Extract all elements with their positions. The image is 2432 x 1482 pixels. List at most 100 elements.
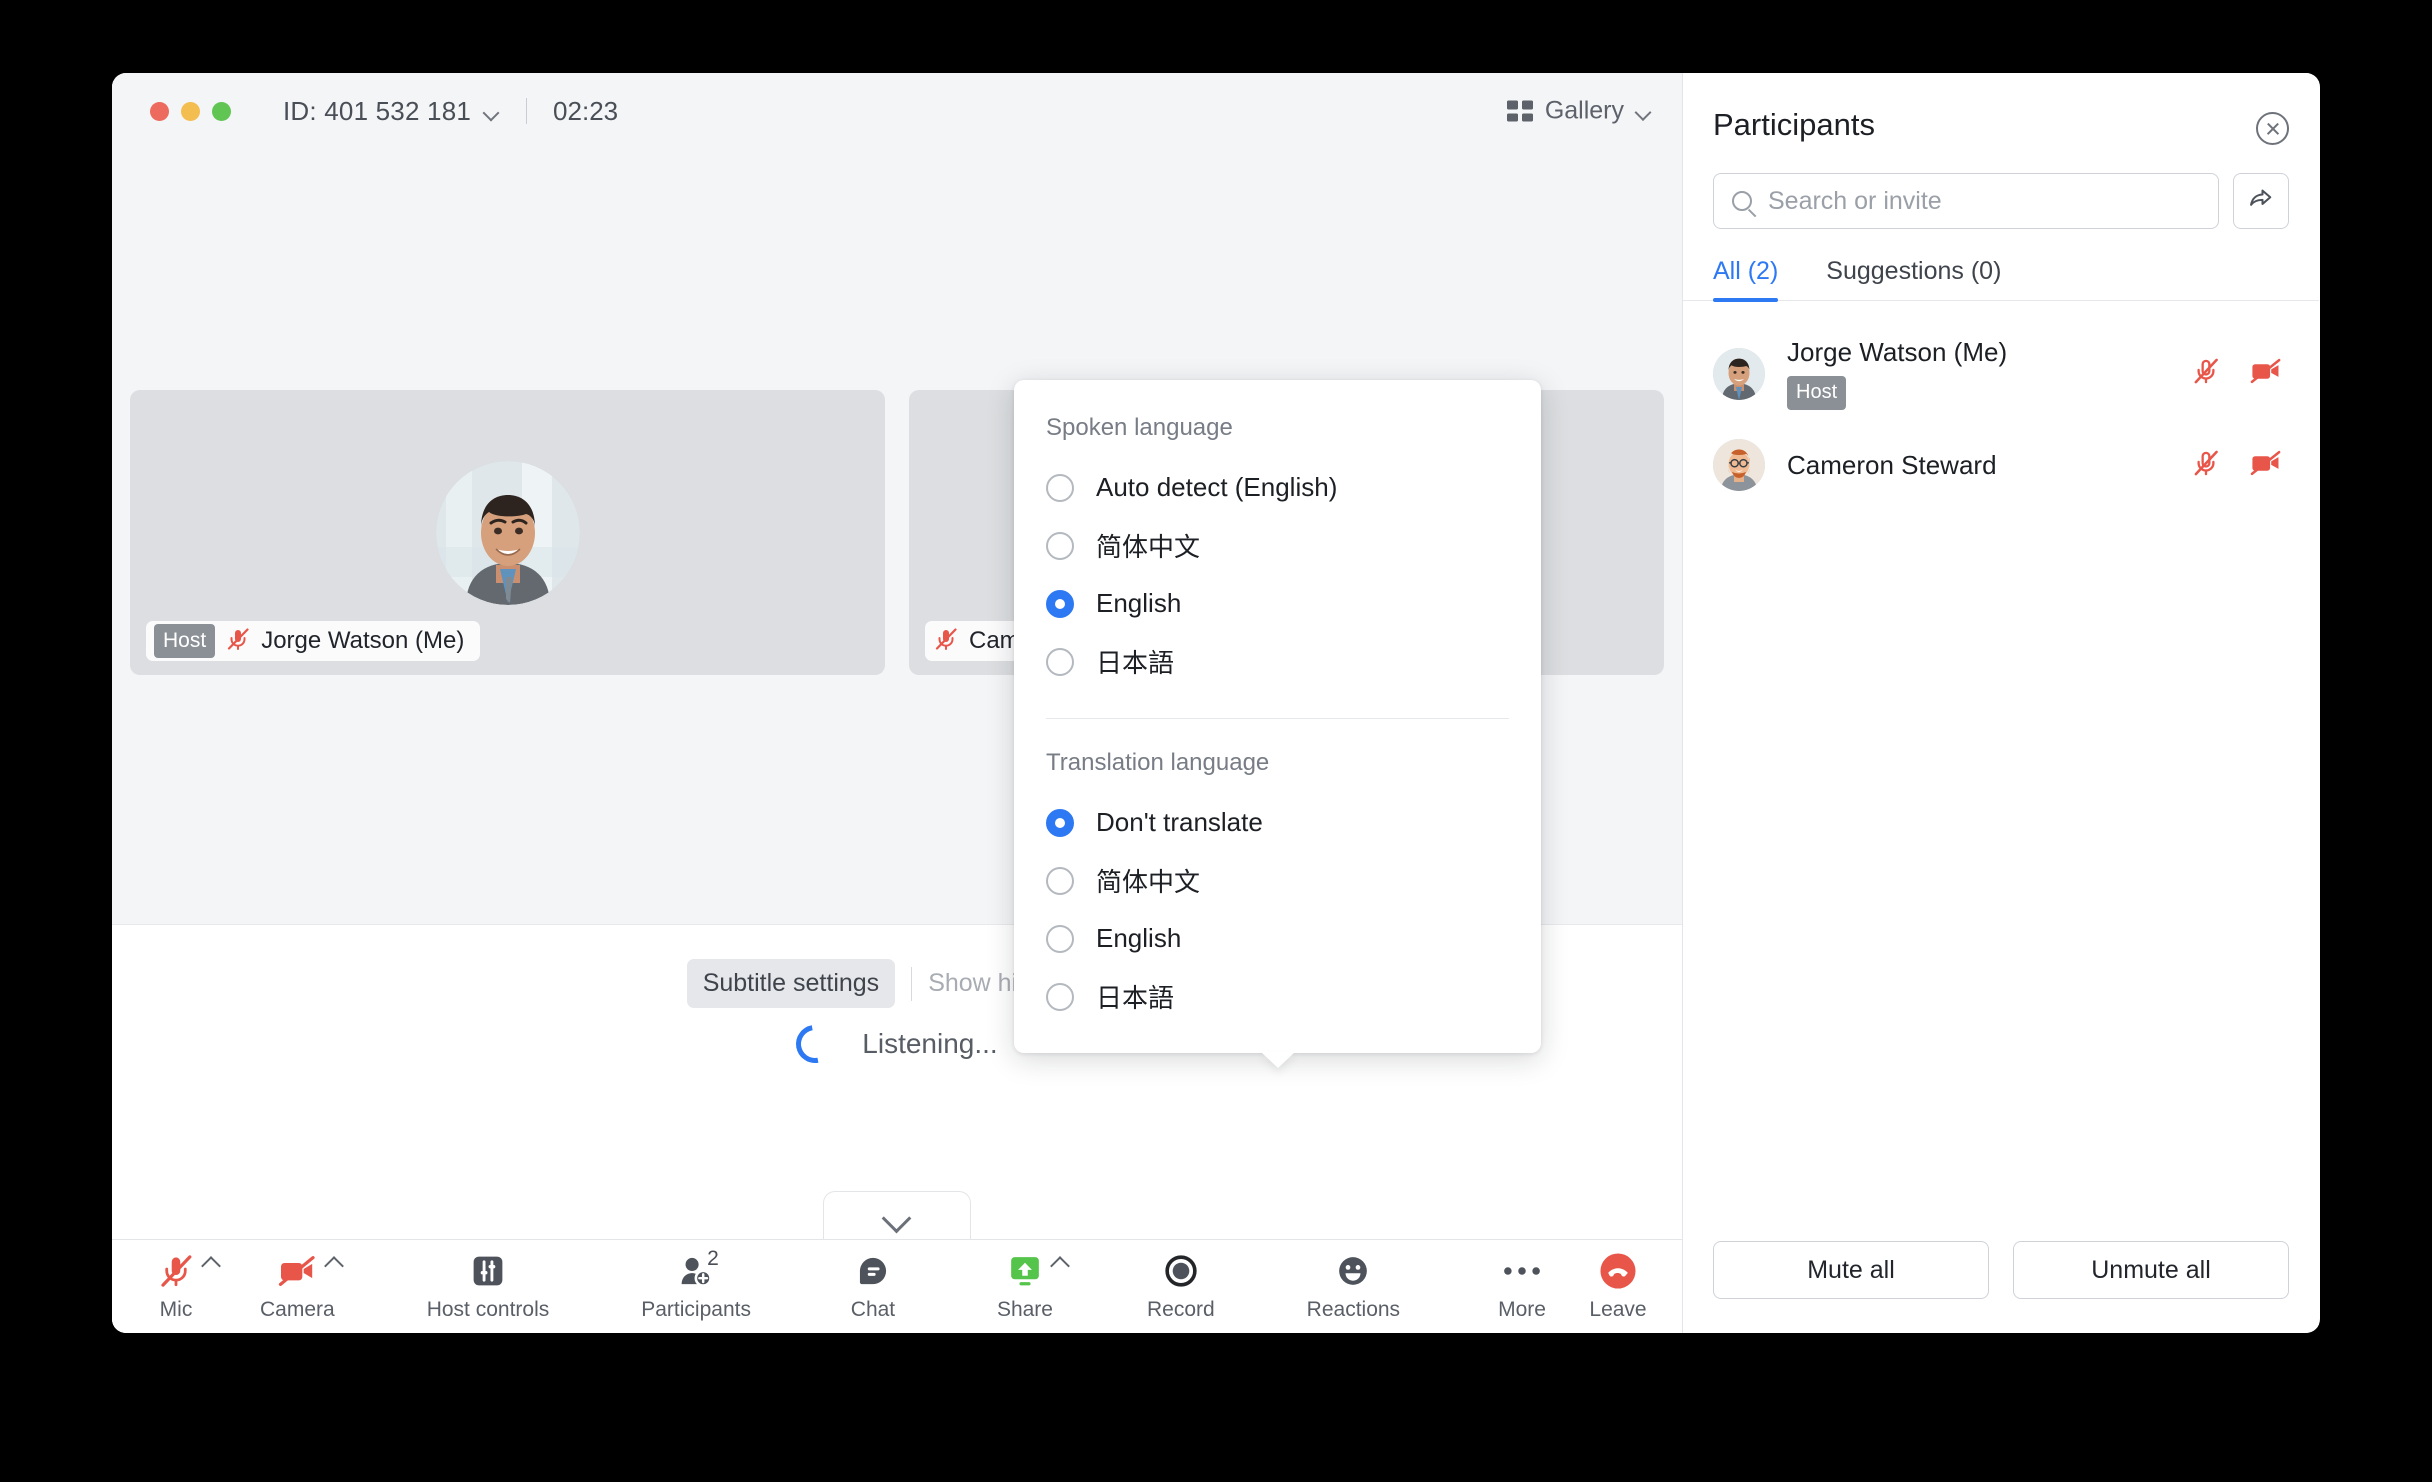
chevron-down-icon[interactable] bbox=[1636, 107, 1652, 116]
radio-icon[interactable] bbox=[1046, 867, 1074, 895]
invite-button[interactable] bbox=[2233, 173, 2289, 229]
participant-name: Jorge Watson (Me) bbox=[1787, 337, 2191, 368]
toolbar-participants-button[interactable]: 2 Participants bbox=[641, 1251, 751, 1322]
toolbar-chat-button[interactable]: Chat bbox=[843, 1251, 903, 1322]
translation-option-none[interactable]: Don't translate bbox=[1014, 795, 1541, 850]
translation-option-chinese[interactable]: 简体中文 bbox=[1014, 850, 1541, 911]
gallery-grid-icon bbox=[1507, 101, 1533, 122]
spoken-option-chinese[interactable]: 简体中文 bbox=[1014, 515, 1541, 576]
meeting-toolbar: Mic Camera bbox=[112, 1239, 1682, 1333]
caption-divider bbox=[911, 967, 912, 1001]
option-label: 简体中文 bbox=[1096, 527, 1200, 564]
spoken-option-japanese[interactable]: 日本語 bbox=[1014, 631, 1541, 692]
radio-icon[interactable] bbox=[1046, 983, 1074, 1011]
tab-all[interactable]: All (2) bbox=[1713, 257, 1778, 300]
spoken-option-auto-detect[interactable]: Auto detect (English) bbox=[1014, 460, 1541, 515]
smiley-icon bbox=[1335, 1251, 1371, 1291]
toolbar-leave-button[interactable]: Leave bbox=[1588, 1251, 1648, 1322]
toolbar-label: Host controls bbox=[427, 1298, 550, 1322]
view-mode-button[interactable]: Gallery bbox=[1507, 97, 1652, 126]
participants-count-badge: 2 bbox=[707, 1247, 719, 1271]
avatar bbox=[1713, 439, 1765, 491]
panel-title: Participants bbox=[1713, 107, 1875, 143]
search-row bbox=[1683, 145, 2319, 229]
host-badge: Host bbox=[154, 624, 215, 658]
avatar bbox=[436, 461, 580, 605]
unmute-all-button[interactable]: Unmute all bbox=[2013, 1241, 2289, 1299]
participant-info: Jorge Watson (Me) Host bbox=[1787, 337, 2191, 410]
participants-panel: Participants All (2) Suggestions (0) bbox=[1683, 73, 2319, 1333]
collapse-toolbar-button[interactable] bbox=[823, 1191, 971, 1239]
option-label: 日本語 bbox=[1096, 643, 1174, 680]
radio-icon-selected[interactable] bbox=[1046, 809, 1074, 837]
chat-bubble-icon bbox=[856, 1251, 890, 1291]
video-off-icon[interactable] bbox=[2249, 356, 2283, 391]
chevron-down-icon bbox=[882, 1208, 912, 1224]
mic-off-icon[interactable] bbox=[2191, 356, 2221, 391]
close-icon[interactable] bbox=[2256, 112, 2289, 145]
chevron-up-icon[interactable] bbox=[325, 1257, 343, 1268]
toolbar-label: Chat bbox=[851, 1298, 895, 1322]
popup-divider bbox=[1046, 718, 1509, 719]
spoken-language-title: Spoken language bbox=[1014, 414, 1541, 442]
toolbar-mic-button[interactable]: Mic bbox=[146, 1251, 206, 1322]
record-circle-icon bbox=[1163, 1251, 1199, 1291]
tab-suggestions[interactable]: Suggestions (0) bbox=[1826, 257, 2001, 300]
participant-status-icons bbox=[2191, 356, 2289, 391]
tile-name-label: Host Jorge Watson (Me) bbox=[146, 621, 480, 661]
subtitle-settings-button[interactable]: Subtitle settings bbox=[687, 959, 896, 1008]
option-label: 日本語 bbox=[1096, 978, 1174, 1015]
participant-name: Cameron Steward bbox=[1787, 450, 2191, 481]
add-person-icon: 2 bbox=[677, 1251, 715, 1291]
sliders-icon bbox=[471, 1251, 505, 1291]
video-tile[interactable]: Host Jorge Watson (Me) bbox=[130, 390, 885, 675]
radio-icon[interactable] bbox=[1046, 925, 1074, 953]
mic-off-icon bbox=[158, 1251, 194, 1291]
translation-option-japanese[interactable]: 日本語 bbox=[1014, 966, 1541, 1027]
share-arrow-icon bbox=[2247, 185, 2275, 218]
chevron-up-icon[interactable] bbox=[1051, 1257, 1069, 1268]
chevron-up-icon[interactable] bbox=[202, 1257, 220, 1268]
radio-icon[interactable] bbox=[1046, 648, 1074, 676]
avatar bbox=[1713, 348, 1765, 400]
mic-off-icon bbox=[933, 626, 959, 657]
meeting-area: ID: 401 532 181 02:23 Gallery bbox=[112, 73, 1683, 1333]
tile-name: Jorge Watson (Me) bbox=[261, 627, 464, 655]
option-label: Auto detect (English) bbox=[1096, 472, 1337, 503]
toolbar-label: Mic bbox=[160, 1298, 193, 1322]
list-item[interactable]: Jorge Watson (Me) Host bbox=[1713, 323, 2289, 424]
mic-off-icon[interactable] bbox=[2191, 448, 2221, 483]
participant-status-icons bbox=[2191, 448, 2289, 483]
minimize-window-icon[interactable] bbox=[181, 102, 200, 121]
toolbar-camera-button[interactable]: Camera bbox=[260, 1251, 335, 1322]
toolbar-label: Participants bbox=[641, 1298, 751, 1322]
toolbar-record-button[interactable]: Record bbox=[1147, 1251, 1215, 1322]
meeting-id[interactable]: ID: 401 532 181 bbox=[283, 96, 500, 127]
mute-all-button[interactable]: Mute all bbox=[1713, 1241, 1989, 1299]
search-input[interactable] bbox=[1768, 187, 2200, 216]
radio-icon[interactable] bbox=[1046, 474, 1074, 502]
toolbar-label: More bbox=[1498, 1298, 1546, 1322]
translation-option-english[interactable]: English bbox=[1014, 911, 1541, 966]
toolbar-host-controls-button[interactable]: Host controls bbox=[427, 1251, 550, 1322]
spoken-option-english[interactable]: English bbox=[1014, 576, 1541, 631]
radio-icon-selected[interactable] bbox=[1046, 590, 1074, 618]
panel-footer: Mute all Unmute all bbox=[1683, 1241, 2319, 1333]
search-input-wrapper[interactable] bbox=[1713, 173, 2219, 229]
toolbar-share-button[interactable]: Share bbox=[995, 1251, 1055, 1322]
option-label: Don't translate bbox=[1096, 807, 1263, 838]
toolbar-label: Leave bbox=[1589, 1298, 1646, 1322]
window-traffic-lights[interactable] bbox=[150, 102, 231, 121]
toolbar-reactions-button[interactable]: Reactions bbox=[1307, 1251, 1400, 1322]
video-off-icon bbox=[277, 1251, 317, 1291]
list-item[interactable]: Cameron Steward bbox=[1713, 424, 2289, 506]
toolbar-more-button[interactable]: More bbox=[1492, 1251, 1552, 1322]
loading-spinner-icon bbox=[789, 1018, 842, 1071]
share-screen-icon bbox=[1007, 1251, 1043, 1291]
participant-list: Jorge Watson (Me) Host bbox=[1683, 301, 2319, 1241]
maximize-window-icon[interactable] bbox=[212, 102, 231, 121]
close-window-icon[interactable] bbox=[150, 102, 169, 121]
radio-icon[interactable] bbox=[1046, 532, 1074, 560]
chevron-down-icon[interactable] bbox=[484, 107, 500, 116]
video-off-icon[interactable] bbox=[2249, 448, 2283, 483]
